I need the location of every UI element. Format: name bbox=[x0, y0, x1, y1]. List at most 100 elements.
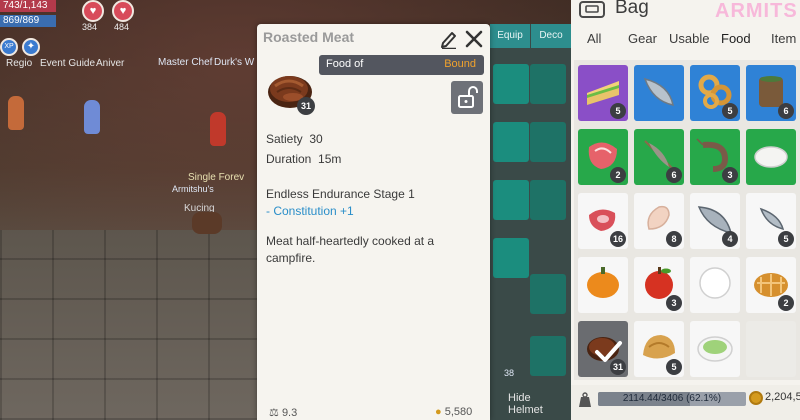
effect-title: Endless Endurance Stage 1 bbox=[266, 187, 415, 201]
slot-count-badge: 5 bbox=[722, 103, 738, 119]
bag-slot[interactable]: 2 bbox=[578, 129, 628, 185]
slot-count-badge: 5 bbox=[610, 103, 626, 119]
equip-slot[interactable] bbox=[493, 64, 529, 104]
bag-slot[interactable]: 5 bbox=[634, 321, 684, 377]
slot-count-badge: 2 bbox=[778, 295, 794, 311]
equip-slot[interactable] bbox=[530, 336, 566, 376]
slot-count-badge: 8 bbox=[666, 231, 682, 247]
bag-slot[interactable]: 5 bbox=[746, 193, 796, 249]
hud-shortcut-count-2: 484 bbox=[114, 22, 130, 32]
equip-slot[interactable] bbox=[530, 64, 566, 104]
food-tag-label: Food of bbox=[326, 58, 364, 70]
event-guide-label[interactable]: Event Guide bbox=[40, 58, 95, 69]
tab-food[interactable]: Food bbox=[721, 31, 751, 46]
effect-bonus: - Constitution +1 bbox=[266, 204, 354, 218]
gold-coin-icon: ● bbox=[435, 406, 442, 418]
stat-satiety: Satiety 30 bbox=[266, 132, 323, 146]
slot-count-badge: 5 bbox=[666, 359, 682, 375]
slot-count-badge: 3 bbox=[666, 295, 682, 311]
stat-duration: Duration 15m bbox=[266, 152, 341, 166]
bag-slot[interactable]: 16 bbox=[578, 193, 628, 249]
equip-slot[interactable] bbox=[530, 274, 566, 314]
tab-deco[interactable]: Deco bbox=[531, 24, 571, 48]
weight-icon bbox=[579, 392, 591, 407]
item-weight-value: 9.3 bbox=[281, 407, 298, 419]
slot-count-badge: 16 bbox=[610, 231, 626, 247]
npc-character[interactable] bbox=[8, 96, 24, 130]
region-button[interactable]: ✦ bbox=[22, 38, 40, 56]
npc-durks-label: Durk's W bbox=[214, 57, 255, 68]
tab-equip[interactable]: Equip bbox=[490, 24, 530, 48]
hud-shortcut-button-2[interactable]: ♥ bbox=[112, 0, 134, 22]
bag-item-grid: 5 5 6 2 6 3 16 8 4 5 3 2 31 5 bbox=[574, 60, 800, 380]
bag-slot[interactable]: 3 bbox=[634, 257, 684, 313]
bag-slot[interactable]: 2 bbox=[746, 257, 796, 313]
stat-label: Satiety bbox=[266, 132, 303, 146]
slot-count-badge: 5 bbox=[778, 231, 794, 247]
unlock-icon bbox=[458, 86, 478, 108]
edit-icon[interactable] bbox=[440, 29, 458, 49]
bag-slot[interactable] bbox=[578, 257, 628, 313]
bag-footer: 2114.44/3406 (62.1%) 2,204,5 bbox=[571, 385, 800, 420]
watermark-text: ARMITS bbox=[715, 0, 798, 22]
stone-floor bbox=[0, 230, 260, 420]
bag-slot[interactable] bbox=[746, 129, 796, 185]
player-name-label: Armitshu's bbox=[172, 184, 214, 194]
player-hud: 743/1,143 869/869 ♥ 384 ♥ 484 XP ✦ Regio… bbox=[0, 0, 250, 72]
anniversary-label[interactable]: Aniver bbox=[96, 58, 124, 69]
slot-count-badge: 6 bbox=[666, 167, 682, 183]
bag-slot[interactable]: 5 bbox=[690, 65, 740, 121]
npc-master-chef-label: Master Chef bbox=[158, 57, 213, 68]
side-count: 38 bbox=[504, 368, 515, 378]
bound-status: Bound bbox=[444, 58, 476, 70]
equip-slot[interactable] bbox=[493, 180, 529, 220]
item-description: Meat half-heartedly cooked at a campfire… bbox=[266, 234, 435, 265]
mp-bar: 869/869 bbox=[0, 15, 56, 27]
bag-tabs: All Gear Usable Food Item bbox=[571, 28, 800, 52]
bag-slot[interactable] bbox=[690, 321, 740, 377]
gold-icon bbox=[749, 391, 763, 405]
slot-count-badge: 2 bbox=[610, 167, 626, 183]
item-sell-price: ● 5,580 bbox=[435, 406, 472, 418]
bag-slot[interactable] bbox=[634, 65, 684, 121]
tab-gear[interactable]: Gear bbox=[628, 31, 657, 46]
equip-slot[interactable] bbox=[493, 122, 529, 162]
tab-item[interactable]: Item bbox=[771, 31, 796, 46]
exp-button[interactable]: XP bbox=[0, 38, 18, 56]
bag-slot[interactable]: 31 bbox=[578, 321, 628, 377]
bag-slot[interactable] bbox=[690, 257, 740, 313]
bag-slot[interactable]: 6 bbox=[746, 65, 796, 121]
tab-all[interactable]: All bbox=[587, 31, 601, 46]
item-detail-card: Roasted Meat Food of Bound 31 Satiety 30… bbox=[257, 24, 490, 420]
equip-slot[interactable] bbox=[493, 238, 529, 278]
hide-helmet-toggle[interactable]: Hide Helmet bbox=[508, 392, 552, 416]
bag-slot-empty[interactable] bbox=[746, 321, 796, 377]
item-sell-price-value: 5,580 bbox=[444, 406, 473, 418]
tab-usable[interactable]: Usable bbox=[669, 31, 709, 46]
region-label: Regio bbox=[6, 58, 33, 69]
bag-slot[interactable]: 8 bbox=[634, 193, 684, 249]
npc-character[interactable] bbox=[210, 112, 226, 146]
lock-button[interactable] bbox=[451, 81, 483, 114]
close-icon[interactable] bbox=[464, 29, 484, 49]
equip-slot[interactable] bbox=[530, 122, 566, 162]
equip-slot[interactable] bbox=[530, 180, 566, 220]
hud-shortcut-button[interactable]: ♥ bbox=[82, 0, 104, 22]
npc-character[interactable] bbox=[84, 100, 100, 134]
bag-slot[interactable]: 5 bbox=[578, 65, 628, 121]
slot-count-badge: 3 bbox=[722, 167, 738, 183]
food-tag: Food of Bound bbox=[319, 55, 484, 75]
item-quantity-badge: 31 bbox=[297, 97, 315, 115]
item-weight: ⚖ 9.3 bbox=[269, 406, 297, 419]
bag-slot[interactable]: 3 bbox=[690, 129, 740, 185]
pet-character[interactable] bbox=[192, 212, 222, 234]
stat-label: Duration bbox=[266, 152, 312, 166]
equipment-panel-behind: Equip Deco 38 Hide Helmet bbox=[490, 24, 571, 420]
hp-bar: 743/1,143 bbox=[0, 0, 56, 12]
stat-value: 15m bbox=[318, 152, 342, 166]
hud-shortcut-count: 384 bbox=[82, 22, 98, 32]
bag-panel: Bag ARMITS All Gear Usable Food Item 5 5 6… bbox=[571, 0, 800, 420]
exp-label: XP bbox=[4, 43, 14, 50]
bag-slot[interactable]: 6 bbox=[634, 129, 684, 185]
bag-slot[interactable]: 4 bbox=[690, 193, 740, 249]
